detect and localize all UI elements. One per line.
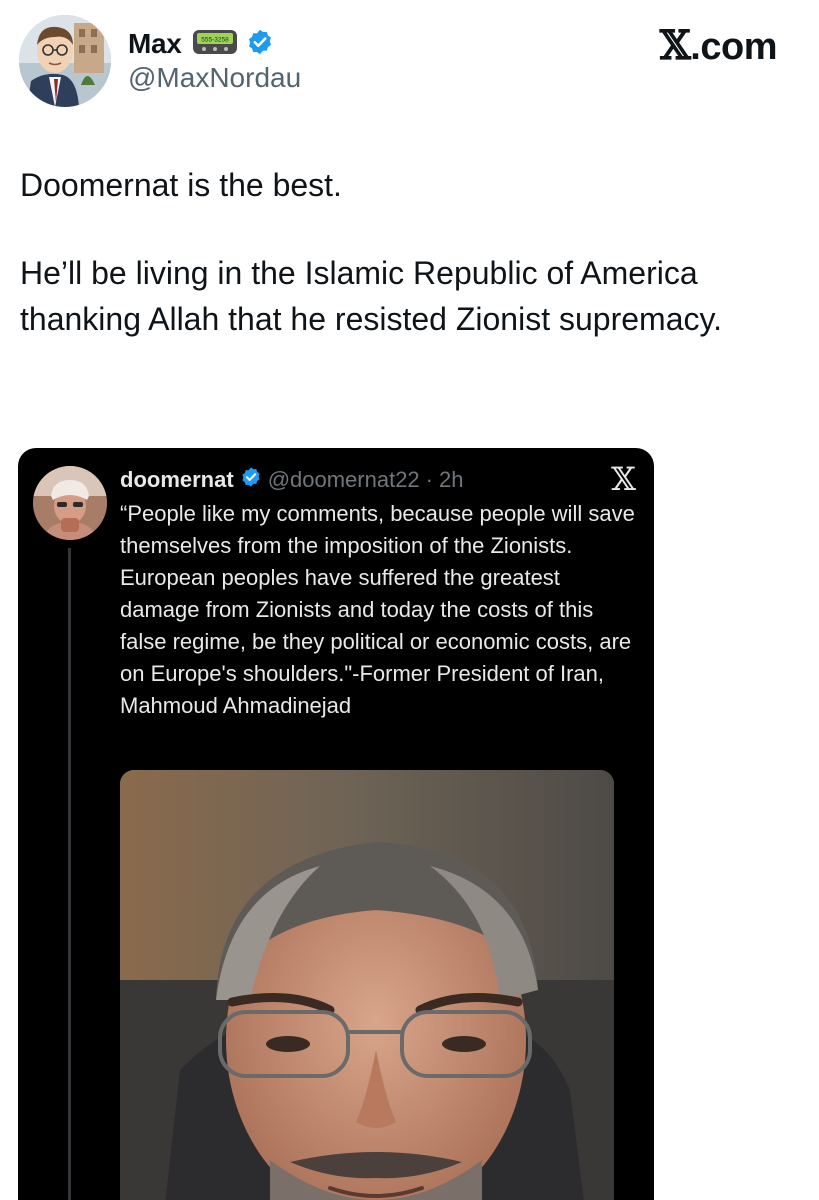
portrait-photo-icon [120,770,614,1200]
quoted-post-image[interactable] [120,770,614,1200]
post-screenshot: Max 555-3258 @MaxNordau 𝕏.com Doomernat … [0,0,819,1200]
verified-badge-icon [246,28,274,61]
quoted-post-card[interactable]: doomernat @doomernat22 · 2h 𝕏 “People li… [18,448,654,1200]
author-name-row: Max 555-3258 [128,24,274,64]
verified-badge-icon [240,466,262,494]
separator-dot: · [425,467,433,492]
pager-display-text: 555-3258 [201,36,229,43]
quoted-author-avatar[interactable] [33,466,107,540]
x-com-logo: 𝕏.com [659,22,778,69]
x-logo-icon: 𝕏 [611,460,636,498]
tweet-paragraph: He’ll be living in the Islamic Republic … [20,255,722,337]
quoted-display-name[interactable]: doomernat [120,467,234,493]
x-logo-icon: 𝕏 [659,22,691,69]
post-header: Max 555-3258 @MaxNordau 𝕏.com [0,0,819,120]
person-avatar-icon [33,466,107,540]
quoted-handle[interactable]: @doomernat22 [268,467,420,493]
author-avatar[interactable] [19,15,111,107]
pager-icon: 555-3258 [192,29,238,60]
brand-domain-label: .com [690,26,777,68]
tweet-text: Doomernat is the best. He’ll be living i… [20,162,800,342]
post-timestamp[interactable]: 2h [439,467,463,493]
quoted-post-header: doomernat @doomernat22 · 2h [120,464,463,496]
author-handle[interactable]: @MaxNordau [128,62,301,94]
author-display-name[interactable]: Max [128,28,182,60]
tweet-paragraph: Doomernat is the best. [20,167,342,203]
quoted-post-text: “People like my comments, because people… [120,501,635,718]
thread-line [68,548,71,1200]
cartoon-avatar-icon [19,15,111,107]
